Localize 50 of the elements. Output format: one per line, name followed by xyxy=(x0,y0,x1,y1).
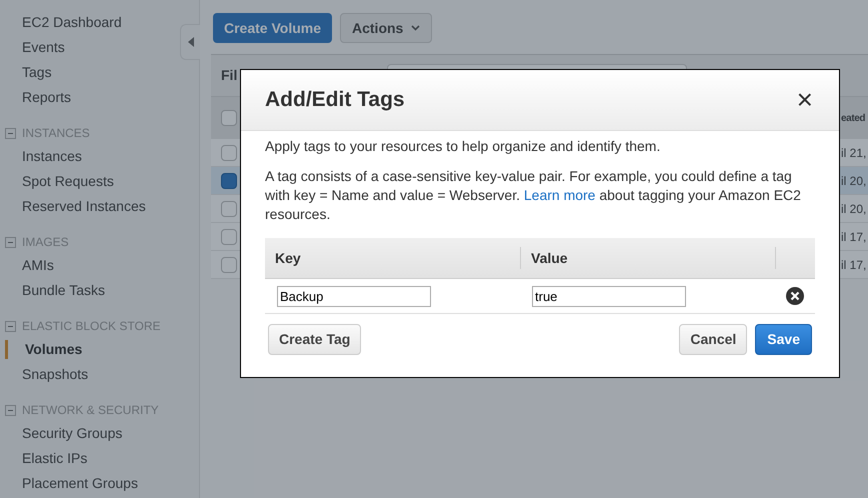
sidebar-item[interactable]: Instances xyxy=(22,146,82,167)
row-checkbox[interactable] xyxy=(221,200,237,216)
collapse-tab[interactable] xyxy=(180,24,200,60)
close-button[interactable]: × xyxy=(796,86,813,114)
sidebar-item[interactable]: Spot Requests xyxy=(22,171,114,192)
collapse-icon[interactable] xyxy=(5,404,16,416)
dialog-description: A tag consists of a case-sensitive key-value pair. For example, you could define a tag with key = Name and value = Webserver. Learn more about tagging your Amazon EC2 resources. xyxy=(265,167,802,224)
sidebar-item[interactable]: Volumes xyxy=(25,339,82,360)
sidebar-item[interactable]: AMIs xyxy=(22,255,54,276)
actions-button[interactable]: Actions xyxy=(340,13,432,43)
sidebar-item[interactable]: Reports xyxy=(22,87,72,108)
sidebar-item[interactable]: EC2 Dashboard xyxy=(22,12,122,33)
learn-more-link[interactable]: Learn more xyxy=(524,187,596,203)
collapse-arrow-icon xyxy=(188,37,194,47)
remove-icon[interactable] xyxy=(786,287,804,305)
value-input[interactable]: true xyxy=(532,286,686,306)
sidebar-item[interactable]: Elastic IPs xyxy=(22,448,88,469)
selection-indicator xyxy=(5,340,8,359)
dialog-intro-text: Apply tags to your resources to help organize and identify them. xyxy=(265,137,662,156)
create-volume-button[interactable]: Create Volume xyxy=(213,13,332,43)
collapse-icon[interactable] xyxy=(5,236,16,248)
table-cell-text: il 21, xyxy=(841,144,868,162)
create-tag-button[interactable]: Create Tag xyxy=(268,324,362,355)
column-header: Key xyxy=(275,248,301,268)
collapse-icon[interactable] xyxy=(5,128,16,138)
select-all-checkbox[interactable] xyxy=(221,110,237,126)
sidebar-item[interactable]: Placement Groups xyxy=(22,473,138,494)
table-cell-text: il 20, xyxy=(841,200,868,218)
key-input[interactable]: Backup xyxy=(277,286,431,306)
row-checkbox[interactable] xyxy=(221,256,237,272)
row-checkbox[interactable] xyxy=(221,144,237,160)
row-checkbox[interactable] xyxy=(221,228,237,244)
sidebar-item[interactable]: Snapshots xyxy=(22,364,88,385)
sidebar-item[interactable]: Bundle Tasks xyxy=(22,280,106,301)
caret-icon xyxy=(411,25,420,31)
table-cell-text: il 20, xyxy=(841,172,868,190)
table-cell-text: il 17, xyxy=(841,228,868,246)
row-checkbox[interactable] xyxy=(221,172,237,188)
cancel-button[interactable]: Cancel xyxy=(679,324,748,355)
table-cell-text: il 17, xyxy=(841,256,868,274)
column-header: eated xyxy=(841,112,866,126)
sidebar-item[interactable]: Tags xyxy=(22,62,52,83)
sidebar-item[interactable]: Security Groups xyxy=(22,423,122,444)
dialog-title: Add/Edit Tags xyxy=(265,87,405,114)
column-header: Value xyxy=(531,248,568,268)
collapse-icon[interactable] xyxy=(5,320,16,332)
filter-label: Fil xyxy=(221,66,238,85)
sidebar-item[interactable]: Events xyxy=(22,37,65,58)
sidebar-item[interactable]: Reserved Instances xyxy=(22,196,146,217)
save-button[interactable]: Save xyxy=(755,324,812,355)
